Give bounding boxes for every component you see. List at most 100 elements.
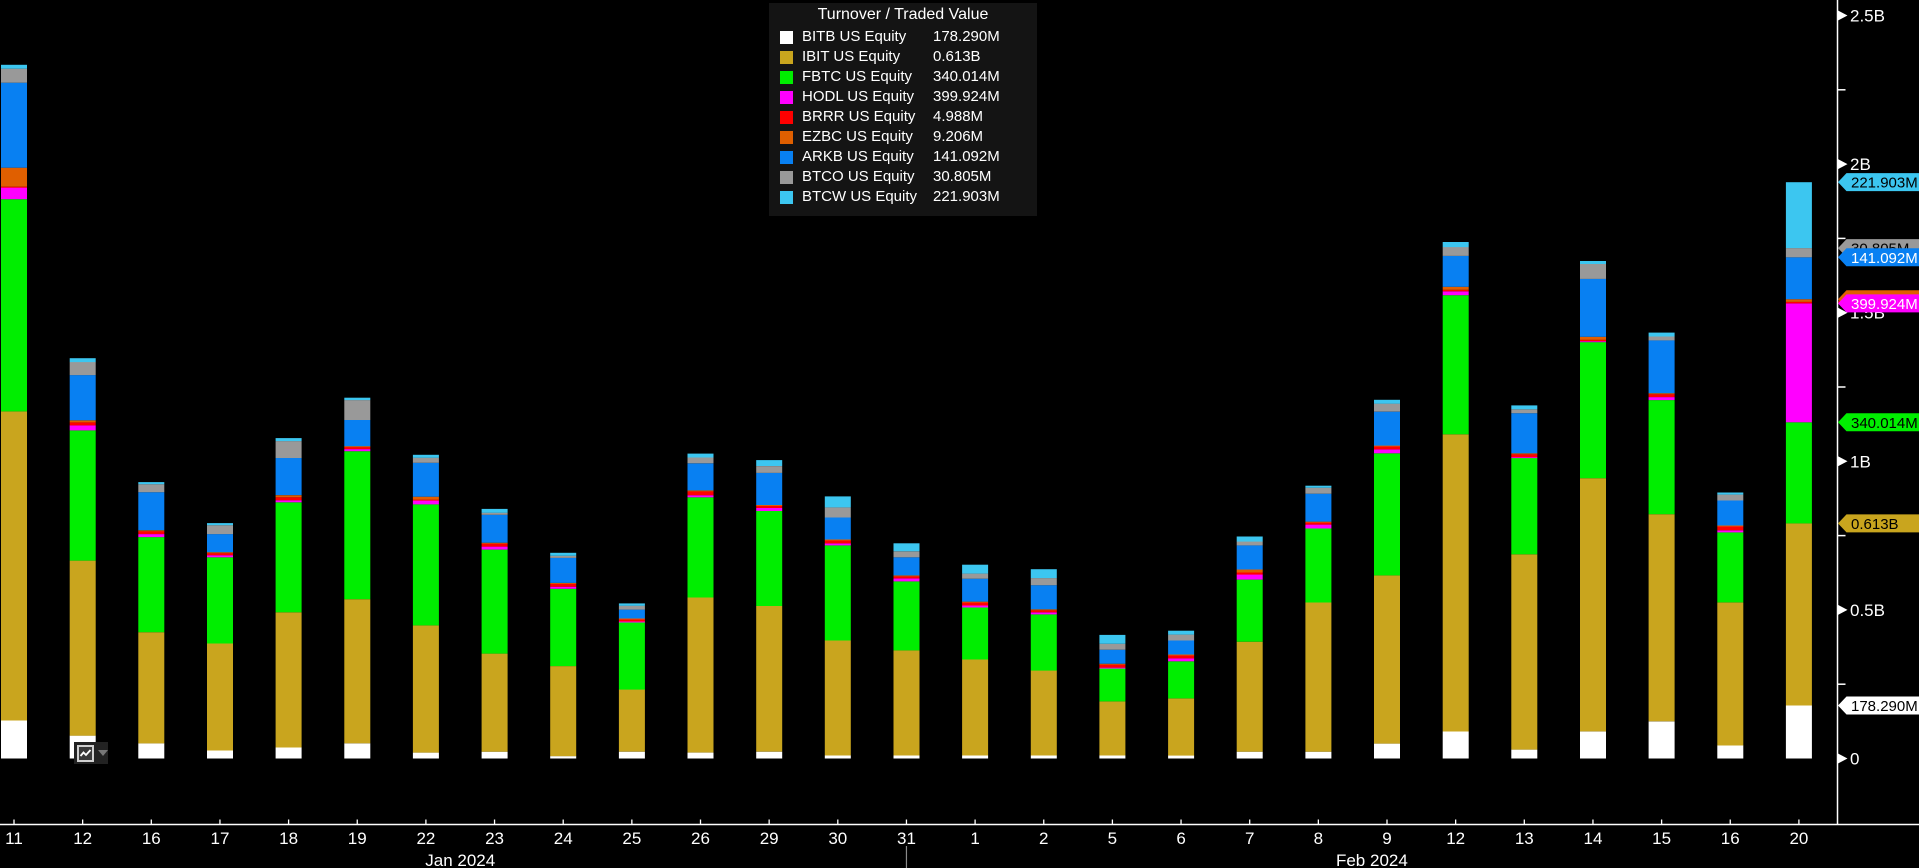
bar-segment[interactable]: [894, 578, 920, 581]
bar-segment[interactable]: [344, 743, 370, 758]
bar-segment[interactable]: [1511, 409, 1537, 413]
bar-segment[interactable]: [1099, 668, 1125, 669]
bar-segment[interactable]: [756, 752, 782, 759]
bar-segment[interactable]: [1443, 242, 1469, 247]
bar-segment[interactable]: [413, 455, 439, 458]
legend-row[interactable]: BTCO US Equity30.805M: [769, 167, 1037, 187]
bar-segment[interactable]: [276, 502, 302, 612]
bar-segment[interactable]: [1305, 529, 1331, 603]
bar-segment[interactable]: [344, 447, 370, 449]
bar-segment[interactable]: [1786, 182, 1812, 248]
bar-segment[interactable]: [1580, 342, 1606, 478]
bar-segment[interactable]: [962, 565, 988, 574]
legend-row[interactable]: HODL US Equity399.924M: [769, 87, 1037, 107]
bar-segment[interactable]: [344, 451, 370, 599]
bar-segment[interactable]: [825, 496, 851, 507]
bar-segment[interactable]: [413, 497, 439, 500]
bar-segment[interactable]: [550, 583, 576, 584]
bar-segment[interactable]: [962, 660, 988, 756]
bar-segment[interactable]: [1443, 247, 1469, 256]
bar-segment[interactable]: [1374, 575, 1400, 743]
bar-segment[interactable]: [207, 555, 233, 557]
bar-segment[interactable]: [1443, 287, 1469, 290]
bar-segment[interactable]: [70, 375, 96, 420]
legend-row[interactable]: BTCW US Equity221.903M: [769, 187, 1037, 207]
bar-segment[interactable]: [1168, 641, 1194, 655]
bar-segment[interactable]: [344, 449, 370, 451]
bar-segment[interactable]: [138, 531, 164, 534]
bar-segment[interactable]: [894, 756, 920, 759]
bar-segment[interactable]: [1649, 721, 1675, 758]
bar-segment[interactable]: [688, 463, 714, 490]
bar-segment[interactable]: [276, 441, 302, 458]
bar-segment[interactable]: [207, 525, 233, 534]
bar-segment[interactable]: [550, 556, 576, 558]
bar-segment[interactable]: [894, 543, 920, 551]
bar-segment[interactable]: [825, 518, 851, 540]
bar-segment[interactable]: [1443, 434, 1469, 731]
bar-segment[interactable]: [1305, 523, 1331, 525]
bar-segment[interactable]: [894, 551, 920, 557]
bar-segment[interactable]: [894, 581, 920, 650]
bar-segment[interactable]: [619, 622, 645, 689]
bar-segment[interactable]: [1717, 495, 1743, 501]
bar-segment[interactable]: [1717, 532, 1743, 602]
bar-segment[interactable]: [1649, 400, 1675, 514]
bar-segment[interactable]: [1168, 631, 1194, 635]
bar-segment[interactable]: [1511, 458, 1537, 554]
bar-segment[interactable]: [825, 540, 851, 541]
bar-segment[interactable]: [1649, 514, 1675, 721]
bar-segment[interactable]: [1099, 665, 1125, 668]
legend-row[interactable]: BRRR US Equity4.988M: [769, 107, 1037, 127]
bar-segment[interactable]: [1031, 585, 1057, 609]
bar-segment[interactable]: [1237, 542, 1263, 546]
bar-segment[interactable]: [894, 650, 920, 755]
bar-segment[interactable]: [1786, 523, 1812, 705]
bar-segment[interactable]: [825, 756, 851, 759]
bar-segment[interactable]: [1511, 454, 1537, 457]
bar-segment[interactable]: [962, 605, 988, 607]
bar-segment[interactable]: [894, 557, 920, 575]
bar-segment[interactable]: [1168, 658, 1194, 661]
bar-segment[interactable]: [619, 603, 645, 605]
bar-segment[interactable]: [482, 547, 508, 550]
bar-segment[interactable]: [70, 422, 96, 425]
bar-segment[interactable]: [70, 420, 96, 422]
bar-segment[interactable]: [1511, 457, 1537, 458]
bar-segment[interactable]: [962, 574, 988, 579]
bar-segment[interactable]: [413, 458, 439, 463]
bar-segment[interactable]: [1031, 578, 1057, 585]
bar-segment[interactable]: [1305, 525, 1331, 529]
bar-segment[interactable]: [1305, 603, 1331, 752]
bar-segment[interactable]: [344, 420, 370, 446]
legend-row[interactable]: FBTC US Equity340.014M: [769, 67, 1037, 87]
bar-segment[interactable]: [1374, 446, 1400, 449]
bar-segment[interactable]: [1786, 248, 1812, 257]
bar-segment[interactable]: [413, 625, 439, 752]
bar-segment[interactable]: [619, 690, 645, 752]
bar-segment[interactable]: [207, 553, 233, 555]
bar-segment[interactable]: [413, 501, 439, 505]
bar-segment[interactable]: [1786, 257, 1812, 299]
bar-segment[interactable]: [550, 558, 576, 583]
bar-segment[interactable]: [138, 492, 164, 530]
bar-segment[interactable]: [1168, 635, 1194, 641]
bar-segment[interactable]: [962, 603, 988, 606]
bar-segment[interactable]: [1, 168, 27, 187]
bar-segment[interactable]: [1, 199, 27, 411]
bar-segment[interactable]: [1237, 537, 1263, 542]
bar-segment[interactable]: [1237, 580, 1263, 642]
bar-segment[interactable]: [70, 362, 96, 375]
bar-segment[interactable]: [1580, 340, 1606, 342]
bar-segment[interactable]: [1374, 446, 1400, 447]
bar-segment[interactable]: [1, 83, 27, 168]
bar-segment[interactable]: [1, 721, 27, 759]
bar-segment[interactable]: [344, 400, 370, 420]
bar-segment[interactable]: [756, 466, 782, 473]
bar-segment[interactable]: [276, 500, 302, 502]
bar-segment[interactable]: [962, 602, 988, 603]
bar-segment[interactable]: [825, 540, 851, 543]
bar-segment[interactable]: [756, 460, 782, 466]
bar-segment[interactable]: [825, 641, 851, 756]
bar-segment[interactable]: [1237, 752, 1263, 759]
